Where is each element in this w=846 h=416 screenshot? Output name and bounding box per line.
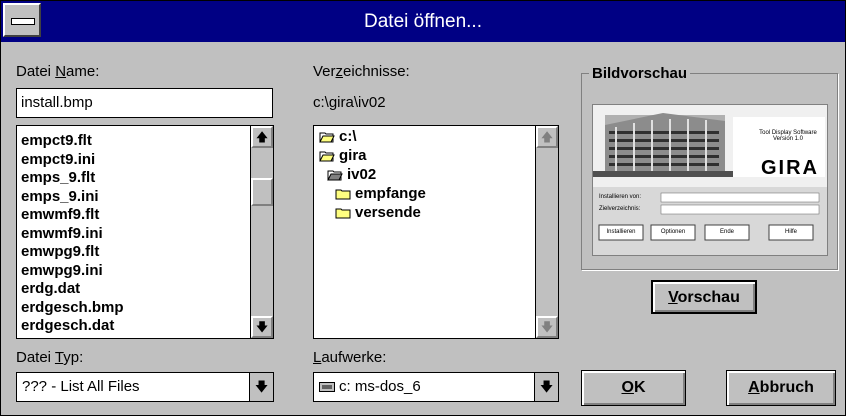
directory-item[interactable]: c:\ — [319, 128, 357, 145]
file-list-item[interactable]: emwpg9.flt — [21, 243, 124, 262]
filetype-select[interactable]: ??? - List All Files 🡇 — [16, 372, 274, 402]
window-title: Datei öffnen... — [364, 11, 482, 32]
hard-drive-icon — [319, 382, 335, 393]
scroll-down-icon[interactable]: 🡇 — [536, 316, 558, 338]
directory-listbox[interactable]: c:\ gira iv02 empfange versende 🡅 🡇 — [313, 125, 559, 339]
ok-button[interactable]: OK — [581, 370, 686, 406]
file-list: empct9.flt empct9.ini emps_9.flt emps_9.ini… — [21, 132, 124, 336]
filename-input[interactable]: install.bmp — [16, 88, 273, 118]
preview-button-label: Installieren — [606, 229, 636, 235]
drives-label: Laufwerke: — [313, 349, 387, 366]
filename-label: Datei Name: — [16, 63, 100, 80]
folder-icon — [335, 208, 351, 219]
file-list-item[interactable]: empct9.ini — [21, 151, 124, 170]
file-list-item[interactable]: emps_9.flt — [21, 169, 124, 188]
directory-item-selected[interactable]: iv02 — [327, 166, 376, 183]
folder-icon — [335, 189, 351, 200]
file-listbox[interactable]: empct9.flt empct9.ini emps_9.flt emps_9.ini… — [16, 125, 274, 339]
preview-button-label: Optionen — [660, 229, 686, 235]
directory-item[interactable]: empfange — [335, 185, 426, 202]
scroll-thumb[interactable] — [251, 178, 273, 206]
directory-scrollbar[interactable]: 🡅 🡇 — [535, 126, 558, 338]
preview-button-label: Ende — [719, 229, 734, 235]
directory-item[interactable]: gira — [319, 147, 367, 164]
directory-item[interactable]: versende — [335, 204, 421, 221]
file-list-scrollbar[interactable]: 🡅 🡇 — [250, 126, 273, 338]
preview-button-label: Hilfe — [784, 229, 797, 235]
chevron-down-icon[interactable]: 🡇 — [249, 373, 273, 401]
open-folder-icon — [319, 151, 335, 162]
file-list-item[interactable]: erdgesch.dat — [21, 317, 124, 336]
preview-group-title: Bildvorschau — [589, 65, 691, 82]
open-folder-icon — [319, 132, 335, 143]
filetype-label: Datei Typ: — [16, 349, 84, 366]
preview-image: Tool Display Software Version 1.0 GIRA I… — [592, 104, 828, 256]
drive-value: c: ms-dos_6 — [319, 373, 421, 401]
scroll-down-icon[interactable]: 🡇 — [251, 316, 273, 338]
preview-label: Zielverzeichnis: — [599, 206, 641, 212]
directories-label: Verzeichnisse: — [313, 63, 410, 80]
open-file-dialog: Datei öffnen... Datei Name: install.bmp … — [0, 0, 846, 416]
file-list-item[interactable]: emwmf9.flt — [21, 206, 124, 225]
scroll-up-icon[interactable]: 🡅 — [251, 126, 273, 148]
filetype-value: ??? - List All Files — [22, 378, 140, 395]
preview-button[interactable]: Vorschau — [651, 280, 757, 314]
open-folder-icon — [327, 170, 343, 181]
title-bar[interactable]: Datei öffnen... — [1, 1, 845, 42]
gira-logo: GIRA — [761, 157, 819, 179]
file-list-item[interactable]: erdg.dat — [21, 280, 124, 299]
file-list-item[interactable]: erdgesch.bmp — [21, 299, 124, 318]
drive-select[interactable]: c: ms-dos_6 🡇 — [313, 372, 559, 402]
file-list-item[interactable]: emwmf9.ini — [21, 225, 124, 244]
scroll-up-icon[interactable]: 🡅 — [536, 126, 558, 148]
cancel-button[interactable]: Abbruch — [726, 370, 836, 406]
file-list-item[interactable]: emps_9.ini — [21, 188, 124, 207]
current-path: c:\gira\iv02 — [313, 94, 386, 111]
file-list-item[interactable]: empct9.flt — [21, 132, 124, 151]
preview-label: Installieren von: — [599, 194, 642, 200]
file-list-item[interactable]: emwpg9.ini — [21, 262, 124, 281]
chevron-down-icon[interactable]: 🡇 — [534, 373, 558, 401]
preview-caption: Tool Display Software Version 1.0 — [759, 130, 817, 142]
